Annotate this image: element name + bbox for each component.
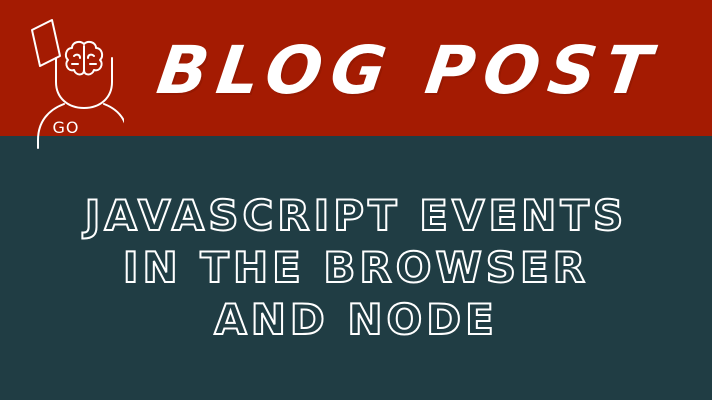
blog-banner: GO BLOG POST JAVASCRIPT EVENTS IN THE BR… — [0, 0, 712, 400]
post-title-line: JAVASCRIPT EVENTS — [84, 190, 628, 241]
blog-post-label: BLOG POST — [152, 32, 665, 109]
post-title: JAVASCRIPT EVENTS IN THE BROWSER AND NOD… — [0, 190, 712, 346]
post-title-line: AND NODE — [213, 294, 498, 345]
post-title-line: IN THE BROWSER — [122, 242, 590, 293]
logo-text: GO — [52, 118, 80, 137]
